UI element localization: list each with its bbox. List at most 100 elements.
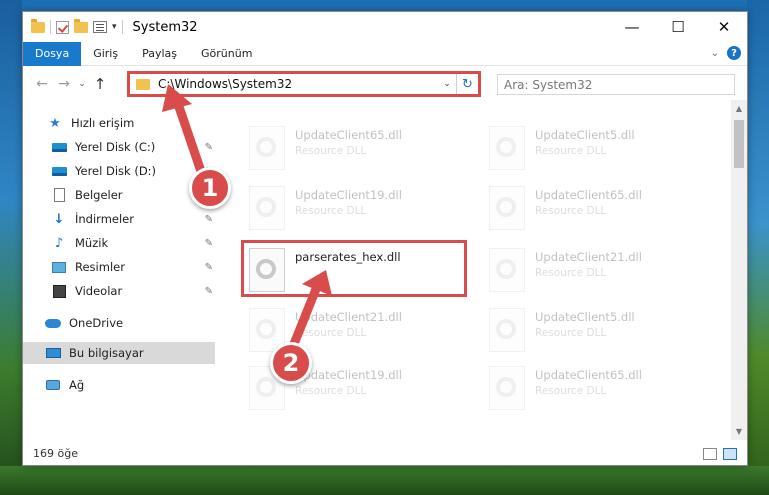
scrollbar-thumb[interactable] xyxy=(734,120,744,168)
help-icon[interactable]: ? xyxy=(727,46,741,60)
file-name: UpdateClient21.dll xyxy=(295,310,402,324)
downloads-icon: ↓ xyxy=(53,211,65,227)
sidebar-item-label: OneDrive xyxy=(69,316,124,330)
sidebar-item-music[interactable]: ♪ Müzik ✎ xyxy=(51,232,213,254)
sidebar-item-local-disk-d[interactable]: Yerel Disk (D:) ✎ xyxy=(51,160,213,182)
file-tile[interactable]: UpdateClient5.dll Resource DLL xyxy=(481,118,707,176)
drive-icon xyxy=(51,164,67,178)
drive-icon xyxy=(51,140,67,154)
step-badge-2: 2 xyxy=(270,342,312,384)
step-badge-1: 1 xyxy=(189,167,231,209)
back-button[interactable]: ← xyxy=(31,76,53,92)
tab-view[interactable]: Görünüm xyxy=(189,42,264,66)
file-tile[interactable]: UpdateClient19.dll Resource DLL xyxy=(241,178,467,236)
recent-locations-chevron-icon[interactable]: ⌄ xyxy=(75,79,89,89)
new-folder-icon[interactable] xyxy=(74,18,88,33)
separator xyxy=(121,20,123,34)
highlight-box xyxy=(241,240,467,297)
search-input[interactable]: Ara: System32 xyxy=(497,74,735,95)
minimize-button[interactable]: — xyxy=(609,12,655,42)
expand-ribbon-chevron-icon[interactable]: ⌄ xyxy=(711,48,719,59)
quick-access-toolbar: ▾ xyxy=(31,18,123,34)
dll-file-icon xyxy=(489,186,525,230)
forward-button[interactable]: → xyxy=(53,76,75,92)
desktop-background-right xyxy=(747,0,769,495)
sidebar-item-network[interactable]: Ağ xyxy=(45,374,219,396)
pin-icon: ✎ xyxy=(204,285,213,297)
file-type: Resource DLL xyxy=(535,145,607,157)
customize-toolbar-chevron-icon[interactable]: ▾ xyxy=(112,22,117,32)
sidebar-item-onedrive[interactable]: OneDrive xyxy=(45,312,219,334)
pin-icon: ✎ xyxy=(204,237,213,249)
file-name: UpdateClient65.dll xyxy=(535,188,642,202)
file-name: UpdateClient5.dll xyxy=(535,128,635,142)
properties-check-icon[interactable] xyxy=(56,20,69,34)
file-tile[interactable]: UpdateClient65.dll Resource DLL xyxy=(481,178,707,236)
file-name: UpdateClient21.dll xyxy=(535,250,642,264)
sidebar-item-label: İndirmeler xyxy=(75,212,134,226)
sidebar-item-local-disk-c[interactable]: Yerel Disk (C:) ✎ xyxy=(51,136,213,158)
refresh-button[interactable]: ↻ xyxy=(456,74,478,94)
dll-file-icon xyxy=(489,126,525,170)
up-button[interactable]: ↑ xyxy=(89,75,111,93)
file-type: Resource DLL xyxy=(535,327,607,339)
vertical-scrollbar[interactable]: ▲ ▼ xyxy=(731,100,747,440)
address-dropdown-chevron-icon[interactable]: ⌄ xyxy=(438,79,456,89)
this-pc-icon xyxy=(45,346,61,360)
window-controls: — ☐ ✕ xyxy=(609,12,747,42)
file-name: UpdateClient65.dll xyxy=(295,128,402,142)
dll-file-icon xyxy=(489,308,525,352)
status-bar: 169 öğe xyxy=(23,442,747,465)
item-count: 169 öğe xyxy=(33,447,78,460)
sidebar-item-label: Hızlı erişim xyxy=(71,116,135,130)
desktop-background-left xyxy=(0,0,22,495)
network-icon xyxy=(45,378,61,392)
sidebar-item-label: Ağ xyxy=(69,378,85,392)
pin-icon: ✎ xyxy=(204,213,213,225)
sidebar-item-this-pc[interactable]: Bu bilgisayar xyxy=(23,342,215,364)
file-tile[interactable]: UpdateClient65.dll Resource DLL xyxy=(481,358,707,416)
onedrive-icon xyxy=(45,316,61,330)
sidebar-item-pictures[interactable]: Resimler ✎ xyxy=(51,256,213,278)
tiles-view-icon[interactable] xyxy=(723,447,737,460)
view-toggle xyxy=(703,447,737,460)
address-path[interactable]: C:\Windows\System32 xyxy=(158,77,438,91)
file-name: UpdateClient5.dll xyxy=(535,310,635,324)
folder-icon xyxy=(31,18,45,33)
maximize-button[interactable]: ☐ xyxy=(655,12,701,42)
ribbon-tabs: Dosya Giriş Paylaş Görünüm ⌄ ? xyxy=(23,41,747,66)
file-type: Resource DLL xyxy=(295,145,367,157)
separator xyxy=(50,20,51,34)
file-type: Resource DLL xyxy=(535,205,607,217)
close-button[interactable]: ✕ xyxy=(701,12,747,42)
file-type: Resource DLL xyxy=(295,327,367,339)
scroll-up-icon[interactable]: ▲ xyxy=(731,104,747,113)
file-name: UpdateClient19.dll xyxy=(295,368,402,382)
title-bar: ▾ System32 — ☐ ✕ xyxy=(23,12,747,42)
tab-home[interactable]: Giriş xyxy=(81,42,130,66)
tab-share[interactable]: Paylaş xyxy=(130,42,189,66)
sidebar-item-downloads[interactable]: ↓ İndirmeler ✎ xyxy=(51,208,213,230)
view-properties-icon[interactable] xyxy=(93,21,107,33)
sidebar-item-label: Videolar xyxy=(75,284,123,298)
file-type: Resource DLL xyxy=(295,385,367,397)
details-view-icon[interactable] xyxy=(703,447,717,460)
sidebar-item-quick-access[interactable]: ★ Hızlı erişim xyxy=(47,112,219,134)
file-tile[interactable]: UpdateClient21.dll Resource DLL xyxy=(481,240,707,298)
address-bar[interactable]: C:\Windows\System32 ⌄ ↻ xyxy=(127,71,481,97)
scroll-down-icon[interactable]: ▼ xyxy=(731,427,747,436)
dll-file-icon xyxy=(489,366,525,410)
file-tile[interactable]: UpdateClient65.dll Resource DLL xyxy=(241,118,467,176)
videos-icon xyxy=(51,284,67,298)
sidebar-item-videos[interactable]: Videolar ✎ xyxy=(51,280,213,302)
dll-file-icon xyxy=(489,248,525,292)
music-icon: ♪ xyxy=(54,235,64,251)
tab-file[interactable]: Dosya xyxy=(23,41,82,66)
sidebar-item-label: Müzik xyxy=(75,236,109,250)
file-explorer-window: ▾ System32 — ☐ ✕ Dosya Giriş Paylaş Görü… xyxy=(22,11,748,466)
file-type: Resource DLL xyxy=(295,205,367,217)
sidebar-item-label: Yerel Disk (C:) xyxy=(75,140,156,154)
window-title: System32 xyxy=(132,19,198,35)
file-tile[interactable]: UpdateClient5.dll Resource DLL xyxy=(481,300,707,358)
pin-icon: ✎ xyxy=(204,141,213,153)
